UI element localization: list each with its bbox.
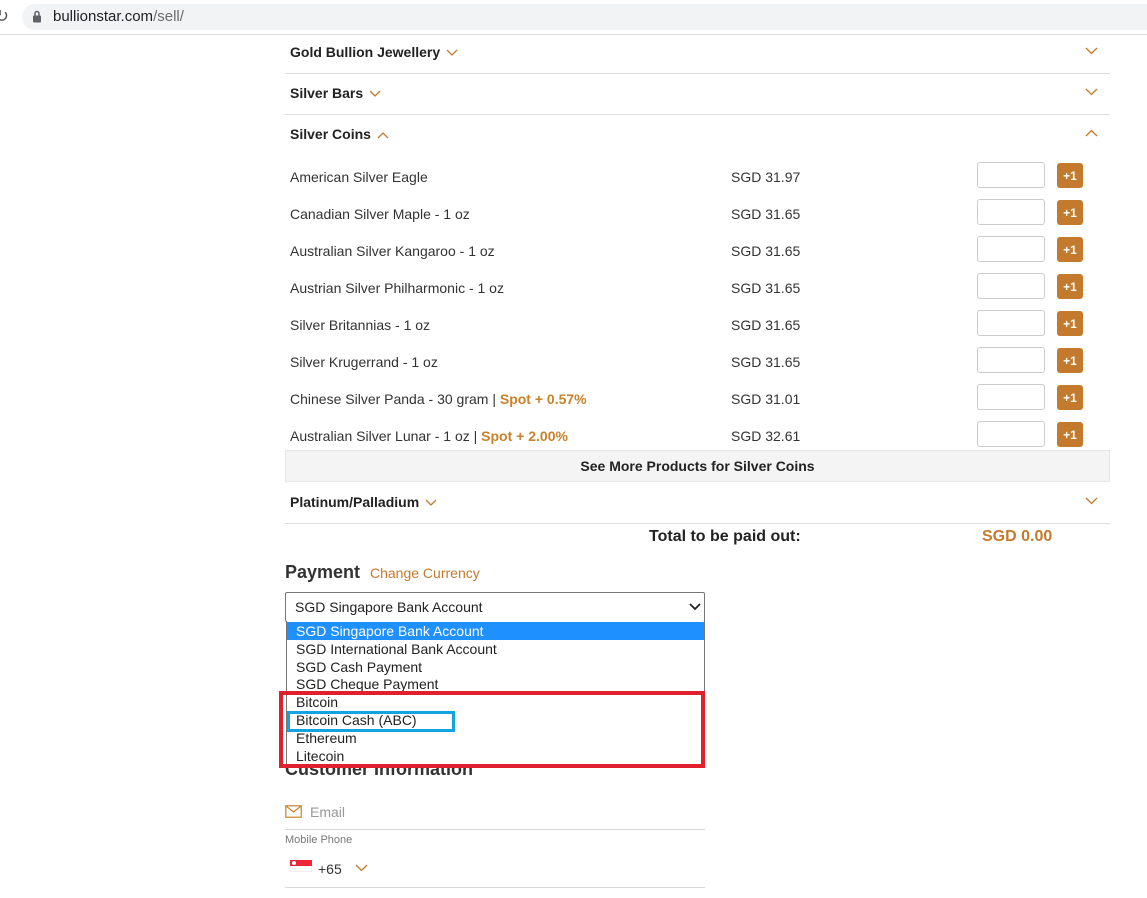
add-one-button[interactable]: +1 xyxy=(1057,385,1083,410)
add-one-button[interactable]: +1 xyxy=(1057,163,1083,188)
product-price: SGD 31.65 xyxy=(731,354,801,370)
url-text: bullionstar.com/sell/ xyxy=(53,8,184,25)
change-currency-link[interactable]: Change Currency xyxy=(370,565,480,581)
section-title: Gold Bullion Jewellery xyxy=(290,44,458,60)
product-row: Silver Krugerrand - 1 oz SGD 31.65 +1 xyxy=(285,344,1110,381)
quantity-input[interactable] xyxy=(977,162,1045,188)
chevron-down-icon xyxy=(369,90,381,98)
section-silver-bars[interactable]: Silver Bars xyxy=(285,74,1110,115)
chevron-up-icon xyxy=(377,132,389,139)
payment-method-selected: SGD Singapore Bank Account xyxy=(295,599,483,615)
product-name: Canadian Silver Maple - 1 oz xyxy=(290,206,470,222)
quantity-input[interactable] xyxy=(977,347,1045,373)
bitcoin-cash-highlight xyxy=(287,711,455,732)
email-placeholder: Email xyxy=(310,804,346,820)
product-row: Canadian Silver Maple - 1 oz SGD 31.65 +… xyxy=(285,196,1110,233)
add-one-button[interactable]: +1 xyxy=(1057,237,1083,262)
mobile-phone-label: Mobile Phone xyxy=(285,834,353,846)
chevron-down-icon[interactable] xyxy=(1085,88,1098,96)
section-title: Silver Bars xyxy=(290,85,381,101)
payment-option[interactable]: SGD International Bank Account xyxy=(287,640,704,658)
add-one-button[interactable]: +1 xyxy=(1057,200,1083,225)
chevron-down-icon[interactable] xyxy=(355,864,368,872)
singapore-flag-icon xyxy=(290,860,312,872)
payment-option[interactable]: SGD Singapore Bank Account xyxy=(287,622,704,640)
chevron-down-icon xyxy=(425,499,437,507)
product-row: Austrian Silver Philharmonic - 1 oz SGD … xyxy=(285,270,1110,307)
url-field[interactable]: bullionstar.com/sell/ xyxy=(22,4,1147,30)
quantity-input[interactable] xyxy=(977,384,1045,410)
quantity-input[interactable] xyxy=(977,273,1045,299)
chevron-down-icon[interactable] xyxy=(1085,47,1098,55)
section-title: Silver Coins xyxy=(290,126,389,142)
product-name: Silver Britannias - 1 oz xyxy=(290,317,431,333)
product-row: Chinese Silver Panda - 30 gram | Spot + … xyxy=(285,381,1110,418)
product-price: SGD 31.65 xyxy=(731,206,801,222)
product-price: SGD 31.97 xyxy=(731,169,801,185)
product-row: Silver Britannias - 1 oz SGD 31.65 +1 xyxy=(285,307,1110,344)
lock-icon xyxy=(33,10,41,23)
total-value: SGD 0.00 xyxy=(982,528,1053,545)
add-one-button[interactable]: +1 xyxy=(1057,422,1083,447)
country-dial-code[interactable]: +65 xyxy=(318,861,342,877)
payment-heading: Payment xyxy=(285,562,361,582)
section-gold-bullion-jewellery[interactable]: Gold Bullion Jewellery xyxy=(285,33,1110,74)
section-silver-coins[interactable]: Silver Coins xyxy=(285,115,1110,155)
section-platinum-palladium[interactable]: Platinum/Palladium xyxy=(285,483,1110,524)
product-price: SGD 31.01 xyxy=(731,391,801,407)
chevron-up-icon[interactable] xyxy=(1085,129,1098,137)
see-more-silver-coins-button[interactable]: See More Products for Silver Coins xyxy=(285,450,1110,482)
chevron-down-icon xyxy=(689,603,701,611)
product-name: Chinese Silver Panda - 30 gram | Spot + … xyxy=(290,391,587,407)
quantity-input[interactable] xyxy=(977,236,1045,262)
product-price: SGD 31.65 xyxy=(731,243,801,259)
product-row: American Silver Eagle SGD 31.97 +1 xyxy=(285,159,1110,196)
chevron-down-icon xyxy=(446,49,458,57)
product-name: Australian Silver Kangaroo - 1 oz xyxy=(290,243,495,259)
add-one-button[interactable]: +1 xyxy=(1057,274,1083,299)
add-one-button[interactable]: +1 xyxy=(1057,348,1083,373)
payment-method-select[interactable]: SGD Singapore Bank Account xyxy=(285,592,705,622)
section-title: Platinum/Palladium xyxy=(290,494,437,510)
product-price: SGD 31.65 xyxy=(731,280,801,296)
reload-icon[interactable]: ↻ xyxy=(0,6,9,27)
product-row: Australian Silver Kangaroo - 1 oz SGD 31… xyxy=(285,233,1110,270)
product-price: SGD 32.61 xyxy=(731,428,801,444)
product-name: American Silver Eagle xyxy=(290,169,428,185)
payment-option[interactable]: SGD Cash Payment xyxy=(287,658,704,676)
product-price: SGD 31.65 xyxy=(731,317,801,333)
quantity-input[interactable] xyxy=(977,421,1045,447)
product-name: Australian Silver Lunar - 1 oz | Spot + … xyxy=(290,428,568,444)
email-field[interactable]: Email xyxy=(285,797,705,830)
add-one-button[interactable]: +1 xyxy=(1057,311,1083,336)
envelope-icon xyxy=(285,805,302,818)
total-label: Total to be paid out: xyxy=(649,528,801,545)
chevron-down-icon[interactable] xyxy=(1085,497,1098,505)
mobile-phone-field[interactable]: +65 xyxy=(285,852,705,888)
product-name: Austrian Silver Philharmonic - 1 oz xyxy=(290,280,504,296)
quantity-input[interactable] xyxy=(977,310,1045,336)
browser-address-bar: ↻ bullionstar.com/sell/ xyxy=(0,0,1147,35)
product-name: Silver Krugerrand - 1 oz xyxy=(290,354,438,370)
quantity-input[interactable] xyxy=(977,199,1045,225)
